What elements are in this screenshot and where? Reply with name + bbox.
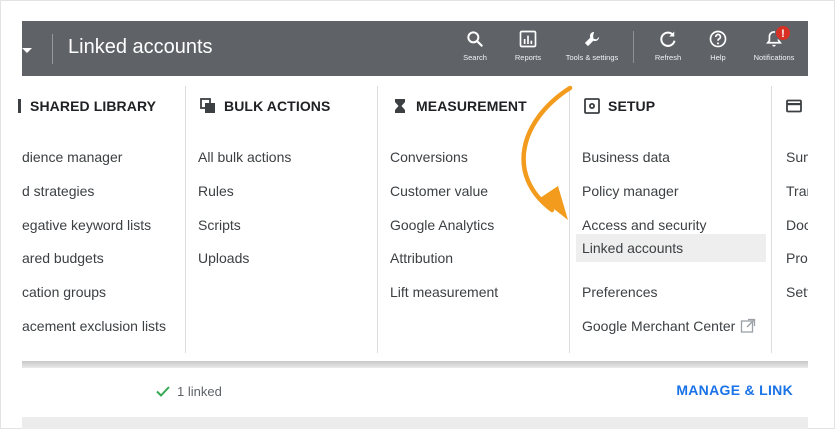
check-icon bbox=[156, 386, 170, 397]
menu-item-linked-accounts[interactable]: Linked accounts bbox=[576, 234, 766, 262]
menu-item-google-merchant-center[interactable]: Google Merchant Center bbox=[576, 312, 766, 340]
setup-label: SETUP bbox=[608, 98, 656, 114]
refresh-icon bbox=[660, 31, 676, 47]
reports-icon bbox=[519, 30, 537, 48]
menu-item-settings[interactable]: Sett bbox=[786, 278, 808, 306]
menu-item-shared-budgets[interactable]: ared budgets bbox=[22, 244, 182, 272]
menu-item-documents[interactable]: Doc bbox=[786, 211, 808, 239]
reports-button[interactable]: Reports bbox=[501, 29, 555, 73]
menu-item-negative-keyword-lists[interactable]: egative keyword lists bbox=[22, 211, 182, 239]
search-icon bbox=[467, 31, 483, 47]
billing-card-icon bbox=[786, 99, 802, 113]
menu-item-audience-manager[interactable]: dience manager bbox=[22, 143, 182, 171]
help-icon bbox=[709, 30, 727, 48]
account-dropdown-caret[interactable] bbox=[22, 48, 32, 53]
notification-badge: ! bbox=[775, 25, 791, 41]
linked-account-row: 1 linked MANAGE & LINK bbox=[22, 368, 808, 417]
search-button[interactable]: Search bbox=[448, 29, 502, 73]
menu-item-scripts[interactable]: Scripts bbox=[192, 211, 372, 239]
menu-item-rules[interactable]: Rules bbox=[192, 177, 372, 205]
linked-count: 1 linked bbox=[177, 384, 222, 399]
menu-item-promotions[interactable]: Pron bbox=[786, 244, 808, 272]
help-label: Help bbox=[710, 53, 726, 62]
refresh-label: Refresh bbox=[654, 53, 682, 62]
notifications-button[interactable]: ! Notifications bbox=[747, 25, 801, 73]
bottom-divider bbox=[22, 417, 808, 429]
refresh-button[interactable]: Refresh bbox=[641, 29, 695, 73]
manage-and-link-button[interactable]: MANAGE & LINK bbox=[676, 382, 793, 398]
bulk-actions-label: BULK ACTIONS bbox=[224, 98, 331, 114]
menu-item-all-bulk-actions[interactable]: All bulk actions bbox=[192, 143, 372, 171]
menu-item-attribution[interactable]: Attribution bbox=[384, 244, 564, 272]
billing-heading bbox=[786, 98, 808, 118]
annotation-arrow bbox=[521, 85, 573, 220]
help-button[interactable]: Help bbox=[691, 29, 745, 73]
menu-item-location-groups[interactable]: cation groups bbox=[22, 278, 182, 306]
notifications-label: Notifications bbox=[753, 53, 795, 62]
menu-item-bid-strategies[interactable]: d strategies bbox=[22, 177, 182, 205]
bulk-actions-column: BULK ACTIONS All bulk actions Rules Scri… bbox=[186, 86, 378, 353]
tools-settings-button[interactable]: Tools & settings bbox=[565, 29, 619, 73]
menu-item-policy-manager[interactable]: Policy manager bbox=[576, 177, 766, 205]
shared-library-label: SHARED LIBRARY bbox=[30, 98, 157, 114]
toolbar-separator bbox=[633, 31, 634, 63]
menu-item-business-data[interactable]: Business data bbox=[576, 143, 766, 171]
hourglass-icon bbox=[395, 99, 405, 113]
title-separator bbox=[52, 34, 53, 64]
tools-settings-label: Tools & settings bbox=[565, 53, 619, 62]
library-icon bbox=[18, 99, 21, 113]
top-app-bar: Linked accounts Search Reports Tools & s… bbox=[22, 21, 808, 76]
bulk-actions-heading: BULK ACTIONS bbox=[200, 98, 330, 118]
wrench-icon bbox=[584, 31, 600, 47]
setup-column: SETUP Business data Policy manager Acces… bbox=[570, 86, 772, 353]
menu-item-preferences[interactable]: Preferences bbox=[576, 278, 766, 306]
billing-column: Sum Tran Doc Pron Sett bbox=[772, 86, 808, 353]
menu-item-uploads[interactable]: Uploads bbox=[192, 244, 372, 272]
google-merchant-center-label: Google Merchant Center bbox=[582, 318, 736, 334]
page-title: Linked accounts bbox=[68, 36, 213, 58]
menu-item-placement-exclusion-lists[interactable]: acement exclusion lists bbox=[22, 312, 182, 340]
shared-library-heading: SHARED LIBRARY bbox=[18, 98, 156, 118]
menu-item-summary[interactable]: Sum bbox=[786, 143, 808, 171]
menu-item-transactions[interactable]: Tran bbox=[786, 177, 808, 205]
shared-library-column: SHARED LIBRARY dience manager d strategi… bbox=[18, 86, 186, 353]
bulk-actions-icon bbox=[200, 98, 215, 113]
tools-menu-panel: SHARED LIBRARY dience manager d strategi… bbox=[18, 76, 808, 361]
search-label: Search bbox=[463, 53, 487, 62]
menu-item-lift-measurement[interactable]: Lift measurement bbox=[384, 278, 564, 306]
menu-shadow bbox=[22, 361, 808, 368]
external-link-icon bbox=[740, 318, 756, 333]
reports-label: Reports bbox=[514, 53, 542, 62]
